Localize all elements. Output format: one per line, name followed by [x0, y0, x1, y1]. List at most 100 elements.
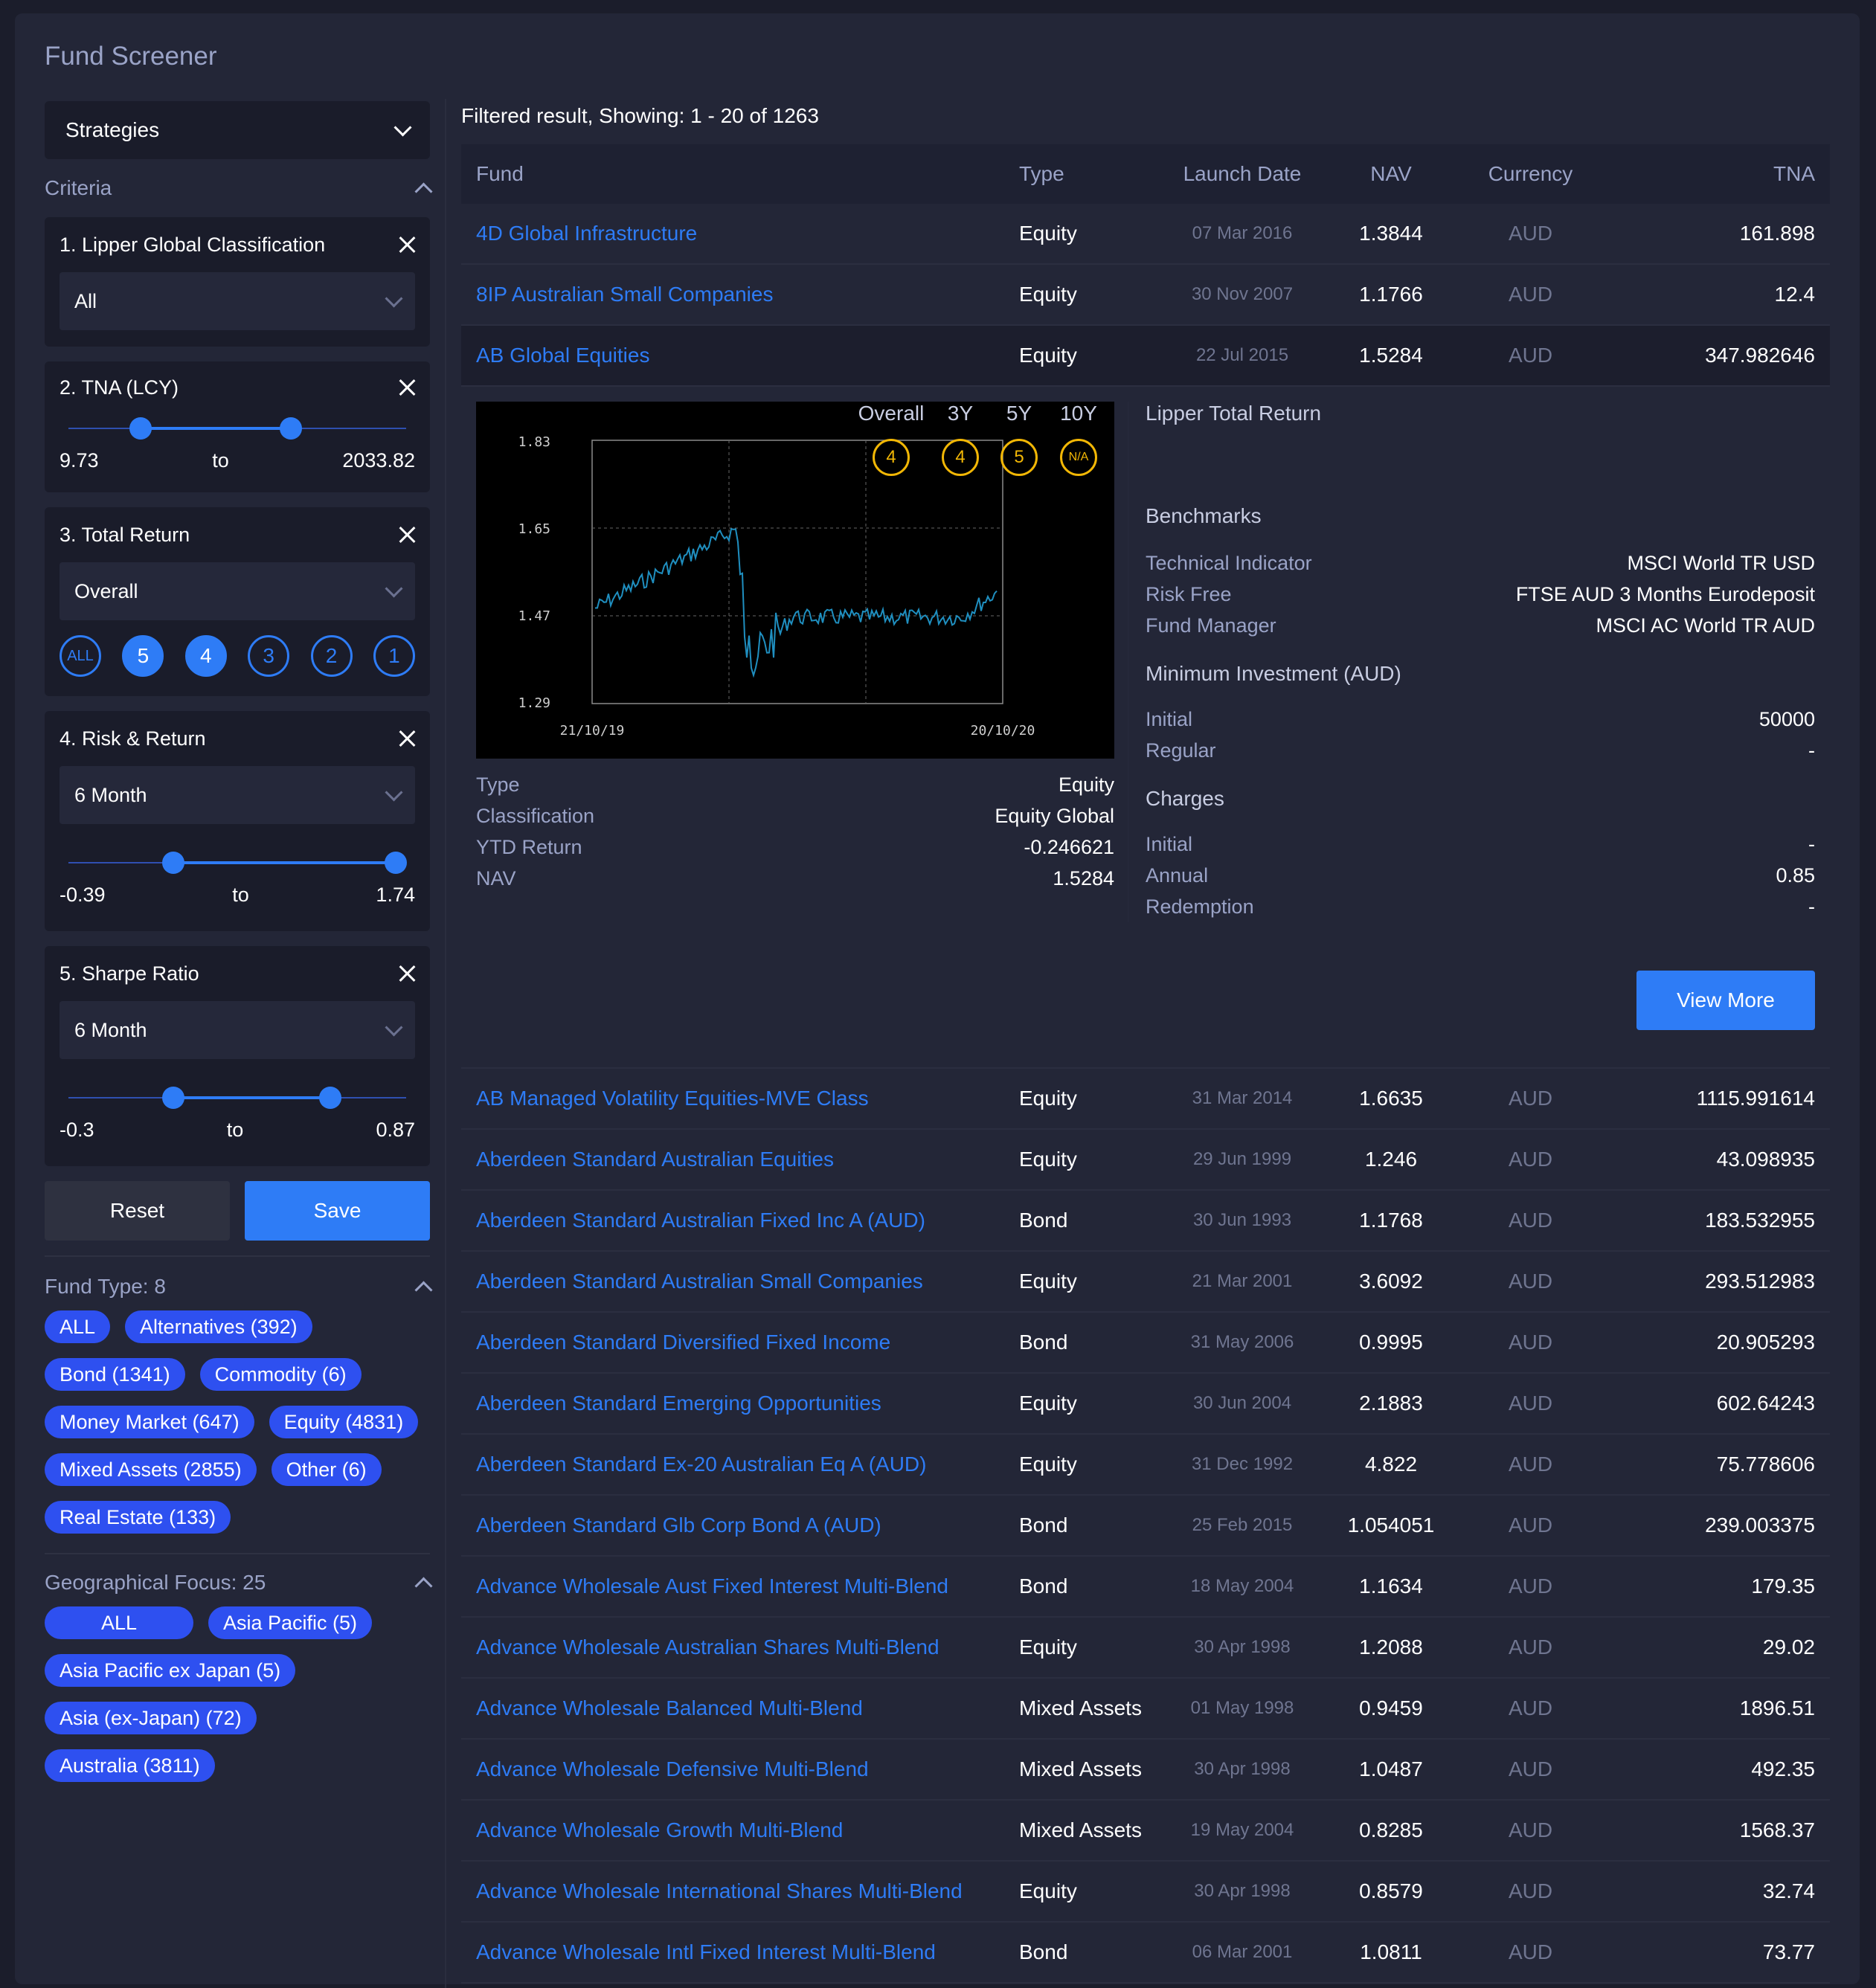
table-row[interactable]: Aberdeen Standard Australian Fixed Inc A…	[461, 1191, 1830, 1252]
fund-name-link[interactable]: Advance Wholesale Balanced Multi-Blend	[461, 1696, 1019, 1720]
lipper-classification-select[interactable]: All	[60, 272, 415, 330]
filter-chip[interactable]: Mixed Assets (2855)	[45, 1453, 257, 1486]
column-header-tna[interactable]: TNA	[1596, 162, 1830, 186]
table-cell: 06 Mar 2001	[1192, 1942, 1293, 1962]
filter-chip[interactable]: Australia (3811)	[45, 1749, 215, 1782]
table-row[interactable]: Advance Wholesale International Shares M…	[461, 1862, 1830, 1923]
strategies-label: Strategies	[65, 118, 160, 141]
rating-option-4[interactable]: 4	[184, 635, 227, 677]
fund-name-link[interactable]: 8IP Australian Small Companies	[461, 283, 1019, 306]
total-return-select[interactable]: Overall	[60, 562, 415, 620]
slider-min-handle[interactable]	[129, 417, 152, 440]
filter-chip[interactable]: Asia Pacific ex Japan (5)	[45, 1654, 296, 1687]
fund-name-link[interactable]: Aberdeen Standard Glb Corp Bond A (AUD)	[461, 1513, 1019, 1537]
table-row[interactable]: AB Managed Volatility Equities-MVE Class…	[461, 1069, 1830, 1130]
table-row[interactable]: Advance Wholesale Growth Multi-Blend Mixe…	[461, 1801, 1830, 1862]
rating-option-1[interactable]: 1	[373, 635, 415, 677]
table-row[interactable]: Aberdeen Standard Australian Equities Equ…	[461, 1130, 1830, 1191]
filter-chip[interactable]: Asia Pacific (5)	[208, 1606, 373, 1639]
close-icon[interactable]	[399, 527, 415, 543]
risk-return-range-slider[interactable]	[60, 848, 415, 878]
benchmarks-list: Technical Indicator MSCI World TR USD Risk…	[1146, 547, 1815, 641]
table-row[interactable]: Aberdeen Standard Glb Corp Bond A (AUD) B…	[461, 1496, 1830, 1557]
table-row[interactable]: Advance Wholesale Defensive Multi-Blend M…	[461, 1740, 1830, 1801]
fund-name-link[interactable]: Aberdeen Standard Emerging Opportunities	[461, 1392, 1019, 1415]
geo-focus-header[interactable]: Geographical Focus: 25	[45, 1554, 433, 1611]
fund-name-link[interactable]: AB Managed Volatility Equities-MVE Class	[461, 1087, 1019, 1110]
table-row[interactable]: Advance Wholesale Intl Fixed Interest Mu…	[461, 1923, 1830, 1984]
rating-option-5[interactable]: 5	[122, 635, 164, 677]
save-button[interactable]: Save	[245, 1181, 430, 1241]
column-header-type[interactable]: Type	[1019, 162, 1168, 186]
fund-name-link[interactable]: 4D Global Infrastructure	[461, 222, 1019, 245]
table-row[interactable]: 8IP Australian Small Companies Equity 30 N…	[461, 265, 1830, 326]
filter-chip[interactable]: ALL	[45, 1606, 193, 1639]
filter-chip[interactable]: Bond (1341)	[45, 1358, 185, 1391]
filter-chip[interactable]: Alternatives (392)	[125, 1310, 312, 1343]
filter-chip[interactable]: ALL	[45, 1310, 111, 1343]
fund-name-link[interactable]: Aberdeen Standard Australian Equities	[461, 1148, 1019, 1171]
lipper-title: Lipper Total Return	[1146, 402, 1322, 425]
table-row[interactable]: Aberdeen Standard Emerging Opportunities…	[461, 1374, 1830, 1435]
fund-name-link[interactable]: AB Global Equities	[461, 344, 1019, 367]
filter-chip[interactable]: Other (6)	[271, 1453, 382, 1486]
slider-max-handle[interactable]	[385, 852, 407, 874]
column-header-nav[interactable]: NAV	[1317, 162, 1465, 186]
table-row[interactable]: Aberdeen Standard Diversified Fixed Inco…	[461, 1313, 1830, 1374]
table-row[interactable]: Aberdeen Standard Ex-20 Australian Eq A …	[461, 1435, 1830, 1496]
column-header-currency[interactable]: Currency	[1465, 162, 1596, 186]
table-row[interactable]: Aberdeen Standard Australian Small Compa…	[461, 1252, 1830, 1313]
sharpe-range-slider[interactable]	[60, 1083, 415, 1113]
close-icon[interactable]	[399, 730, 415, 747]
close-icon[interactable]	[399, 237, 415, 253]
table-row[interactable]: AB Global Equities Equity 22 Jul 2015 1.528…	[461, 326, 1830, 387]
slider-min-handle[interactable]	[161, 1087, 184, 1109]
view-more-button[interactable]: View More	[1636, 971, 1815, 1030]
table-row[interactable]: 4D Global Infrastructure Equity 07 Mar 201…	[461, 204, 1830, 265]
fund-name-link[interactable]: Aberdeen Standard Australian Fixed Inc A…	[461, 1209, 1019, 1232]
result-count: Filtered result, Showing: 1 - 20 of 1263	[461, 104, 819, 127]
table-row[interactable]: Advance Wholesale Australian Shares Mult…	[461, 1618, 1830, 1679]
reset-button[interactable]: Reset	[45, 1181, 230, 1241]
fund-name-link[interactable]: Advance Wholesale Intl Fixed Interest Mu…	[461, 1940, 1019, 1964]
filter-chip[interactable]: Commodity (6)	[199, 1358, 362, 1391]
column-header-launch-date[interactable]: Launch Date	[1168, 162, 1317, 186]
fund-name-link[interactable]: Aberdeen Standard Australian Small Compa…	[461, 1270, 1019, 1293]
close-icon[interactable]	[399, 379, 415, 396]
close-icon[interactable]	[399, 965, 415, 982]
slider-min-handle[interactable]	[161, 852, 184, 874]
filter-chip[interactable]: Money Market (647)	[45, 1406, 254, 1438]
fund-name-link[interactable]: Advance Wholesale Australian Shares Mult…	[461, 1635, 1019, 1659]
filter-chip[interactable]: Real Estate (133)	[45, 1501, 231, 1534]
slider-max-handle[interactable]	[319, 1087, 341, 1109]
table-cell: Bond	[1019, 1574, 1068, 1598]
rating-option-3[interactable]: 3	[248, 635, 290, 677]
table-cell: AUD	[1508, 1270, 1553, 1293]
tna-range-slider[interactable]	[60, 414, 415, 443]
table-cell: Mixed Assets	[1019, 1696, 1142, 1720]
fund-name-link[interactable]: Advance Wholesale Growth Multi-Blend	[461, 1818, 1019, 1842]
fund-type-header[interactable]: Fund Type: 8	[45, 1257, 433, 1316]
fund-name-link[interactable]: Aberdeen Standard Diversified Fixed Inco…	[461, 1331, 1019, 1354]
filter-chip[interactable]: Asia (ex-Japan) (72)	[45, 1702, 257, 1734]
risk-return-period-select[interactable]: 6 Month	[60, 766, 415, 824]
strategies-dropdown[interactable]: Strategies	[45, 101, 430, 159]
fund-name-link[interactable]: Advance Wholesale Aust Fixed Interest Mu…	[461, 1574, 1019, 1598]
filter-chip[interactable]: Equity (4831)	[269, 1406, 419, 1438]
sharpe-period-select[interactable]: 6 Month	[60, 1001, 415, 1059]
filter-title: 1. Lipper Global Classification	[60, 233, 326, 256]
table-cell: 239.003375	[1705, 1513, 1815, 1537]
fund-name-link[interactable]: Aberdeen Standard Ex-20 Australian Eq A …	[461, 1453, 1019, 1476]
table-row[interactable]: Advance Wholesale Aust Fixed Interest Mu…	[461, 1557, 1830, 1618]
fund-name-link[interactable]: Advance Wholesale International Shares M…	[461, 1879, 1019, 1903]
fund-name-link[interactable]: Advance Wholesale Defensive Multi-Blend	[461, 1757, 1019, 1781]
column-header-fund[interactable]: Fund	[461, 162, 1019, 186]
fund-type-title: Fund Type: 8	[45, 1275, 166, 1298]
info-value: -0.246621	[1024, 836, 1114, 858]
table-cell: 492.35	[1751, 1757, 1815, 1780]
criteria-header[interactable]: Criteria	[45, 159, 433, 217]
rating-option-2[interactable]: 2	[310, 635, 353, 677]
table-row[interactable]: Advance Wholesale Balanced Multi-Blend Mi…	[461, 1679, 1830, 1740]
slider-max-handle[interactable]	[280, 417, 303, 440]
rating-option-all[interactable]: ALL	[60, 635, 101, 677]
